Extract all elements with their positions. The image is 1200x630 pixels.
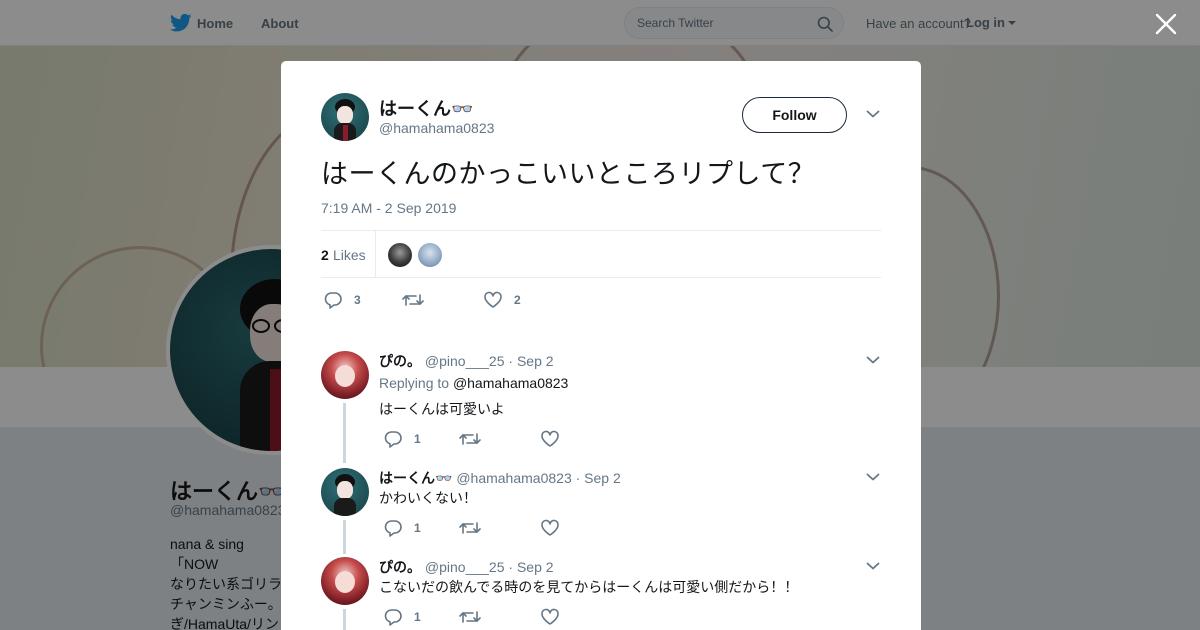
reply-tweet[interactable]: はーくん👓 @hamahama0823 · Sep 2 かわいくない！ 1 [321, 468, 881, 554]
close-icon[interactable] [1154, 12, 1178, 36]
thread-line [343, 520, 346, 554]
reply-author[interactable]: ぴの。 @pino___25 · Sep 2 [379, 351, 554, 371]
tweet-text: はーくんのかっこいいところリプして？ [321, 159, 816, 189]
tweet-modal: はーくん👓 @hamahama0823 Follow はーくんのかっこいいところ… [281, 61, 921, 630]
reply-count: 3 [354, 293, 361, 307]
retweet-icon[interactable] [402, 291, 424, 309]
chevron-down-icon[interactable] [866, 355, 880, 365]
reply-author[interactable]: ぴの。 @pino___25 · Sep 2 [379, 557, 554, 577]
chevron-down-icon[interactable] [866, 109, 880, 119]
retweet-action[interactable] [402, 291, 432, 309]
reply-icon[interactable] [383, 519, 403, 537]
reply-action[interactable]: 1 [383, 608, 433, 626]
retweet-action[interactable] [459, 608, 489, 626]
reply-author[interactable]: はーくん👓 @hamahama0823 · Sep 2 [379, 468, 621, 488]
liker-avatar[interactable] [418, 243, 442, 267]
reply-icon[interactable] [323, 291, 343, 309]
reply-count: 1 [414, 610, 421, 624]
author-handle[interactable]: @hamahama0823 [379, 120, 494, 136]
author-avatar[interactable] [321, 93, 369, 141]
replying-to-handle[interactable]: @hamahama0823 [453, 375, 568, 391]
retweet-icon[interactable] [459, 430, 481, 448]
reply-author-name[interactable]: ぴの。 [379, 559, 421, 575]
replying-to-label: Replying to [379, 375, 450, 391]
like-count: 2 [514, 293, 521, 307]
reply-author-name[interactable]: はーくん👓 [379, 470, 452, 486]
reply-icon[interactable] [383, 608, 403, 626]
reply-count: 1 [414, 521, 421, 535]
reply-date[interactable]: · Sep 2 [576, 470, 621, 486]
reply-action[interactable]: 1 [383, 519, 433, 537]
like-icon[interactable] [540, 519, 560, 537]
reply-tweet[interactable]: ぴの。 @pino___25 · Sep 2 こないだの飲んでる時のを見てからは… [321, 557, 881, 630]
reply-action[interactable]: 3 [323, 291, 373, 309]
reply-author-name[interactable]: ぴの。 [379, 353, 421, 369]
reply-author-handle[interactable]: @pino___25 [425, 353, 505, 369]
reply-date[interactable]: · Sep 2 [508, 353, 553, 369]
stats-divider [375, 231, 376, 278]
reply-date[interactable]: · Sep 2 [508, 559, 553, 575]
follow-button[interactable]: Follow [742, 97, 847, 133]
reply-tweet[interactable]: ぴの。 @pino___25 · Sep 2 Replying to @hama… [321, 351, 881, 463]
like-icon[interactable] [540, 430, 560, 448]
author-name[interactable]: はーくん👓 [379, 95, 473, 121]
liker-avatar[interactable] [388, 243, 412, 267]
reply-text: はーくんは可愛いよ [379, 401, 505, 417]
reply-count: 1 [414, 432, 421, 446]
reply-text: こないだの飲んでる時のを見てからはーくんは可愛い側だから！！ [379, 579, 799, 595]
like-action[interactable] [540, 608, 570, 626]
tweet-timestamp[interactable]: 7:19 AM - 2 Sep 2019 [321, 200, 456, 216]
retweet-icon[interactable] [459, 519, 481, 537]
retweet-icon[interactable] [459, 608, 481, 626]
replying-to: Replying to @hamahama0823 [379, 375, 568, 391]
like-icon[interactable] [540, 608, 560, 626]
reply-avatar[interactable] [321, 557, 369, 605]
reply-avatar[interactable] [321, 351, 369, 399]
like-action[interactable] [540, 519, 570, 537]
reply-author-handle[interactable]: @pino___25 [425, 559, 505, 575]
chevron-down-icon[interactable] [866, 561, 880, 571]
reply-author-handle[interactable]: @hamahama0823 [456, 470, 571, 486]
reply-avatar[interactable] [321, 468, 369, 516]
reply-action[interactable]: 1 [383, 430, 433, 448]
likes-count[interactable]: 2 [321, 247, 329, 263]
retweet-action[interactable] [459, 519, 489, 537]
chevron-down-icon[interactable] [866, 472, 880, 482]
tweet-stats: 2 Likes [321, 230, 881, 278]
reply-text: かわいくない！ [379, 490, 477, 506]
thread-line [343, 609, 346, 630]
reply-icon[interactable] [383, 430, 403, 448]
retweet-action[interactable] [459, 430, 489, 448]
likes-label[interactable]: Likes [333, 247, 366, 263]
like-action[interactable] [540, 430, 570, 448]
thread-line [343, 403, 346, 463]
like-action[interactable]: 2 [483, 291, 533, 309]
like-icon[interactable] [483, 291, 503, 309]
